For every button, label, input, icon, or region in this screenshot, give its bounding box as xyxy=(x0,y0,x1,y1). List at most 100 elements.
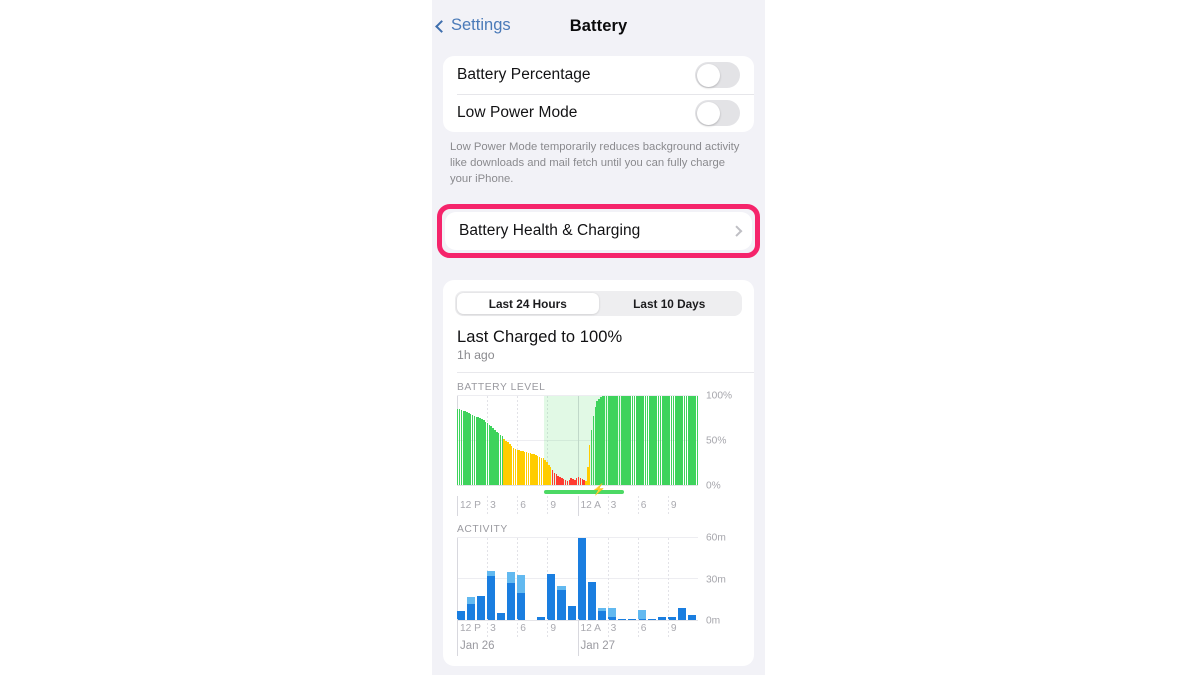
activity-bar xyxy=(517,575,526,621)
timeframe-segmented-control[interactable]: Last 24 Hours Last 10 Days xyxy=(455,291,742,317)
last-charged-subtitle: 1h ago xyxy=(457,348,495,363)
activity-bar xyxy=(567,606,576,621)
gridline-vertical xyxy=(457,636,458,657)
activity-bar-screen-on xyxy=(487,576,496,621)
low-power-mode-toggle[interactable] xyxy=(695,100,740,126)
screenshot-stage: Settings Battery Battery Percentage Low … xyxy=(0,0,1200,675)
activity-bar xyxy=(537,617,546,621)
activity-bar xyxy=(587,581,596,621)
y-axis-tick: 60m xyxy=(706,532,726,544)
activity-bar-screen-on xyxy=(547,573,556,621)
activity-bar-screen-on xyxy=(537,617,546,621)
activity-bar-screen-on xyxy=(557,590,566,621)
x-axis-tick: 12 P xyxy=(460,500,481,512)
row-low-power-mode[interactable]: Low Power Mode xyxy=(443,94,754,132)
y-axis-tick: 0% xyxy=(706,480,721,492)
activity-chart[interactable]: 0m 30m 60m 12 P 3 6 9 12 A 3 6 9 Jan 26 Jan 27 xyxy=(443,533,754,657)
gridline-vertical xyxy=(577,636,579,657)
activity-bar-screen-on xyxy=(647,619,656,621)
activity-bar xyxy=(607,607,616,621)
x-axis-tick: 6 xyxy=(520,500,526,512)
y-axis-tick: 50% xyxy=(706,435,727,447)
gridline-vertical xyxy=(487,619,489,640)
activity-bar-screen-on xyxy=(688,614,697,621)
activity-bar xyxy=(617,618,626,621)
activity-bar-screen-on xyxy=(678,607,687,621)
x-axis-tick: 9 xyxy=(550,623,557,635)
activity-bar xyxy=(557,585,566,621)
chevron-right-icon xyxy=(730,225,742,237)
x-axis-tick: 3 xyxy=(490,623,496,635)
low-power-mode-footnote: Low Power Mode temporarily reduces backg… xyxy=(450,141,740,186)
battery-level-y-axis: 0% 50% 100% xyxy=(698,391,754,515)
activity-bar-screen-off xyxy=(637,609,646,620)
gridline-vertical xyxy=(667,619,669,640)
toggle-knob xyxy=(696,63,720,87)
activity-bar-screen-on xyxy=(577,538,586,621)
page-title: Battery xyxy=(569,17,628,35)
activity-bar-screen-on xyxy=(477,595,486,621)
divider xyxy=(457,372,754,374)
date-label: Jan 26 xyxy=(460,640,495,653)
activity-bar xyxy=(627,618,636,621)
battery-level-bars xyxy=(457,396,699,486)
activity-bar xyxy=(497,613,506,621)
activity-bar-screen-on xyxy=(517,592,526,621)
x-axis-tick: 9 xyxy=(670,500,677,512)
battery-percentage-toggle[interactable] xyxy=(695,62,740,88)
activity-bar xyxy=(507,572,516,621)
settings-group: Battery Percentage Low Power Mode xyxy=(443,56,754,132)
x-axis-tick: 9 xyxy=(670,623,677,635)
row-battery-percentage[interactable]: Battery Percentage xyxy=(443,56,754,94)
activity-bar xyxy=(547,573,556,621)
row-battery-health-and-charging[interactable]: Battery Health & Charging xyxy=(445,212,752,251)
x-axis-tick: 12 A xyxy=(580,623,601,635)
activity-bar xyxy=(577,538,586,621)
battery-level-chart[interactable]: 0% 50% 100% ⚡ 12 P 3 6 9 12 A 3 6 9 xyxy=(443,391,754,517)
x-axis-tick: 6 xyxy=(520,623,526,635)
x-axis-tick: 3 xyxy=(490,500,496,512)
activity-bar xyxy=(637,609,646,621)
x-axis-tick: 6 xyxy=(640,500,647,512)
gridline-vertical xyxy=(517,496,519,517)
gridline-vertical xyxy=(637,619,639,640)
activity-bar-screen-on xyxy=(657,617,666,621)
gridline-vertical xyxy=(607,496,609,517)
battery-level-x-axis: 12 P 3 6 9 12 A 3 6 9 xyxy=(457,496,698,517)
phone-screen: Settings Battery Battery Percentage Low … xyxy=(432,0,765,675)
battery-level-plot-area xyxy=(457,395,699,487)
activity-bar-screen-on xyxy=(597,610,606,621)
activity-bar-screen-on xyxy=(667,616,677,621)
activity-bar xyxy=(477,595,486,621)
activity-bar-screen-on xyxy=(607,617,616,621)
activity-bar xyxy=(688,614,697,621)
activity-bar xyxy=(487,570,496,621)
x-axis-tick: 9 xyxy=(550,500,557,512)
activity-bar-screen-on xyxy=(567,606,576,621)
activity-bar xyxy=(597,607,606,621)
activity-bar-screen-on xyxy=(507,583,516,621)
row-battery-health-label: Battery Health & Charging xyxy=(459,222,641,240)
navigation-bar: Settings Battery xyxy=(432,0,765,56)
activity-bar-screen-on xyxy=(457,610,466,621)
y-axis-tick: 100% xyxy=(706,390,733,402)
row-low-power-mode-label: Low Power Mode xyxy=(457,104,578,121)
tab-last-10-days[interactable]: Last 10 Days xyxy=(599,293,741,314)
row-battery-percentage-label: Battery Percentage xyxy=(457,66,591,83)
toggle-knob xyxy=(696,101,720,125)
activity-bar xyxy=(657,617,666,621)
tab-last-24-hours[interactable]: Last 24 Hours xyxy=(457,293,599,315)
activity-bar-screen-off xyxy=(507,572,516,584)
date-label: Jan 27 xyxy=(580,640,616,653)
x-axis-tick: 6 xyxy=(640,623,647,635)
activity-bar-screen-on xyxy=(617,619,626,621)
charging-bar xyxy=(544,490,624,495)
gridline-vertical xyxy=(577,496,579,517)
gridline-vertical xyxy=(487,496,489,517)
x-axis-tick: 12 P xyxy=(460,623,481,635)
x-axis-tick: 12 A xyxy=(580,500,601,512)
gridline-vertical xyxy=(607,619,609,640)
gridline-vertical xyxy=(547,619,549,640)
battery-usage-card: Last 24 Hours Last 10 Days Last Charged … xyxy=(443,280,754,667)
gridline-vertical xyxy=(637,496,639,517)
